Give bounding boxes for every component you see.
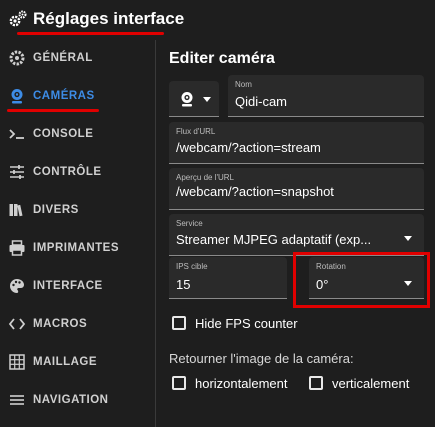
sidebar-item-controle[interactable]: CONTRÔLE [0, 154, 155, 190]
sidebar-item-label: NAVIGATION [33, 394, 109, 406]
app-header: Réglages interface [0, 0, 435, 40]
sidebar-item-label: INTERFACE [33, 280, 103, 292]
sidebar-item-label: MAILLAGE [33, 356, 98, 368]
sliders-icon [10, 165, 24, 179]
stream-url-value: /webcam/?action=stream [176, 140, 321, 155]
target-fps-field[interactable]: IPS cible 15 [169, 257, 287, 299]
palette-icon [10, 279, 24, 293]
flip-horizontal-checkbox[interactable] [172, 376, 186, 390]
name-field-value: Qidi-cam [235, 94, 288, 109]
hide-fps-checkbox[interactable] [172, 316, 186, 330]
stream-url-label: Flux d'URL [176, 127, 216, 136]
settings-sidebar: GÉNÉRAL CAMÉRAS CONSOLE CONTRÔLE DIVERS … [0, 40, 155, 427]
stream-url-field[interactable]: Flux d'URL /webcam/?action=stream [169, 122, 424, 164]
active-item-highlight-underline [7, 109, 99, 112]
books-icon [9, 204, 23, 217]
target-fps-value: 15 [176, 277, 191, 292]
title-highlight-underline [17, 32, 164, 35]
sidebar-item-label: GÉNÉRAL [33, 52, 93, 64]
grid-icon [9, 354, 25, 370]
flip-vertical-label[interactable]: verticalement [332, 376, 409, 391]
sidebar-item-maillage[interactable]: MAILLAGE [0, 344, 155, 380]
hide-fps-label[interactable]: Hide FPS counter [195, 316, 298, 331]
snapshot-url-value: /webcam/?action=snapshot [176, 184, 334, 199]
webcam-icon [181, 92, 193, 107]
snapshot-url-field[interactable]: Aperçu de l'URL /webcam/?action=snapshot [169, 168, 424, 210]
sidebar-item-navigation[interactable]: NAVIGATION [0, 382, 155, 418]
sidebar-item-imprimantes[interactable]: IMPRIMANTES [0, 230, 155, 266]
flip-horizontal-label[interactable]: horizontalement [195, 376, 288, 391]
flip-vertical-checkbox[interactable] [309, 376, 323, 390]
sidebar-item-general[interactable]: GÉNÉRAL [0, 40, 155, 76]
target-fps-label: IPS cible [176, 262, 208, 271]
sidebar-item-interface[interactable]: INTERFACE [0, 268, 155, 304]
sidebar-item-divers[interactable]: DIVERS [0, 192, 155, 228]
service-select[interactable]: Service Streamer MJPEG adaptatif (exp... [169, 214, 424, 256]
sidebar-item-label: DIVERS [33, 204, 79, 216]
gears-icon [9, 10, 27, 27]
sidebar-item-console[interactable]: CONSOLE [0, 116, 155, 152]
camera-icon-select[interactable] [169, 81, 219, 117]
code-icon [8, 318, 26, 330]
name-field-label: Nom [235, 80, 252, 89]
sidebar-item-label: CONSOLE [33, 128, 94, 140]
menu-icon [10, 395, 24, 405]
service-value: Streamer MJPEG adaptatif (exp... [176, 232, 372, 247]
rotation-highlight-box [293, 252, 430, 308]
service-label: Service [176, 219, 203, 228]
sidebar-item-macros[interactable]: MACROS [0, 306, 155, 342]
snapshot-url-label: Aperçu de l'URL [176, 173, 234, 182]
sidebar-item-label: IMPRIMANTES [33, 242, 119, 254]
name-field[interactable]: Nom Qidi-cam [228, 75, 424, 117]
gear-icon [9, 50, 25, 66]
chevron-down-icon [203, 97, 211, 102]
page-title: Réglages interface [33, 9, 185, 28]
sidebar-item-label: MACROS [33, 318, 88, 330]
sidebar-item-label: CAMÉRAS [33, 90, 95, 102]
console-icon [9, 129, 24, 139]
sidebar-item-label: CONTRÔLE [33, 166, 102, 178]
chevron-down-icon [404, 236, 412, 241]
flip-heading: Retourner l'image de la caméra: [169, 351, 354, 366]
printer-icon [9, 240, 25, 256]
webcam-icon [11, 89, 23, 104]
editor-title: Editer caméra [169, 50, 275, 67]
